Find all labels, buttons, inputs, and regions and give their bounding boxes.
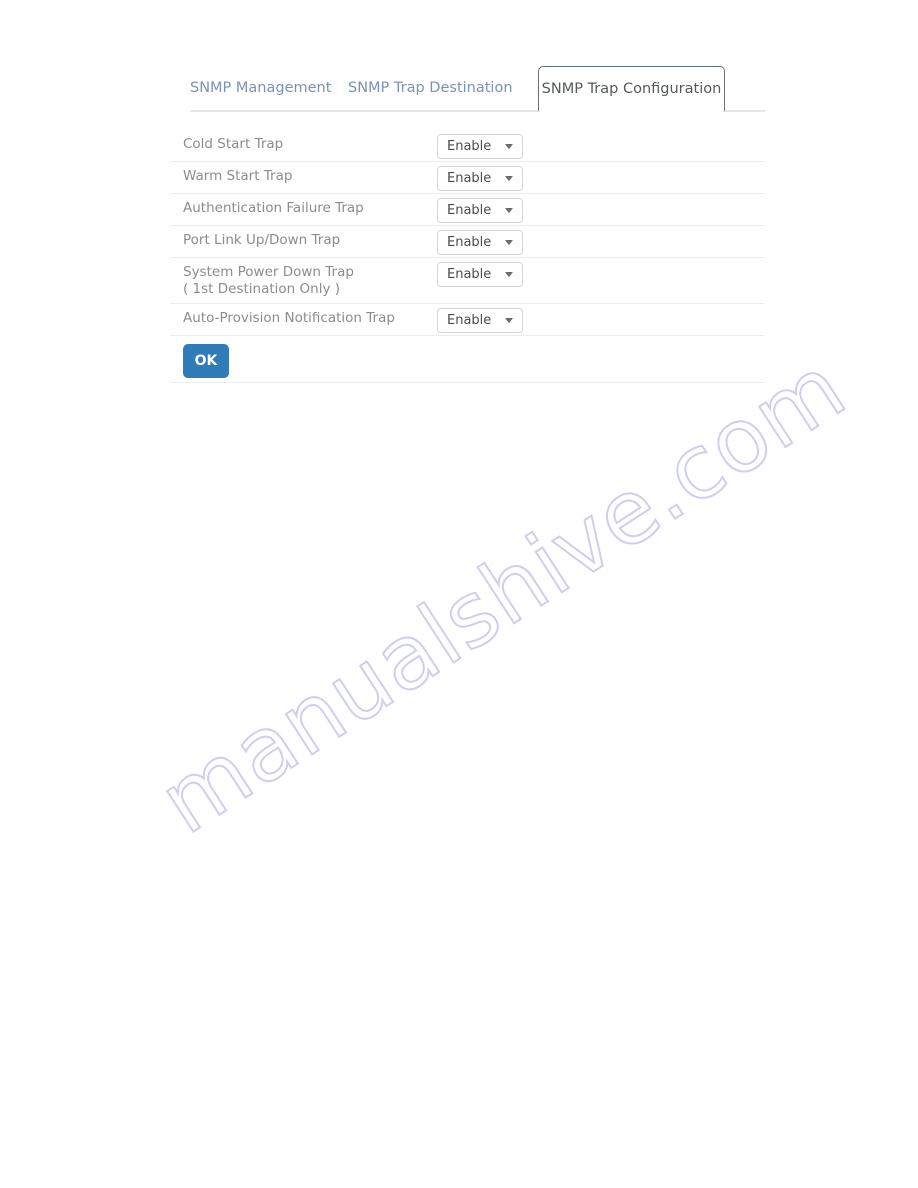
row-label: Warm Start Trap	[183, 168, 293, 184]
select-value: Enable	[447, 313, 492, 328]
select-value: Enable	[447, 267, 492, 282]
chevron-down-icon	[505, 144, 513, 149]
select-warm-start-trap[interactable]: Enable	[437, 166, 523, 191]
select-cold-start-trap[interactable]: Enable	[437, 134, 523, 159]
chevron-down-icon	[505, 208, 513, 213]
form-row-cold-start-trap: Cold Start Trap Enable	[170, 130, 765, 162]
form-row-warm-start-trap: Warm Start Trap Enable	[170, 162, 765, 194]
chevron-down-icon	[505, 318, 513, 323]
chevron-down-icon	[505, 272, 513, 277]
page-root: SNMP Management SNMP Trap Destination SN…	[0, 0, 918, 1188]
form-row-system-power-down-trap: System Power Down Trap ( 1st Destination…	[170, 258, 765, 304]
row-control: Enable	[437, 262, 523, 287]
form-row-auto-provision-notification-trap: Auto-Provision Notification Trap Enable	[170, 304, 765, 336]
row-label: Cold Start Trap	[183, 136, 284, 152]
form-footer: OK	[170, 336, 765, 383]
snmp-trap-configuration-form: Cold Start Trap Enable Warm Start Trap E…	[170, 130, 765, 383]
row-label: Auto-Provision Notification Trap	[183, 310, 395, 326]
row-label: System Power Down Trap ( 1st Destination…	[183, 264, 354, 298]
row-control: Enable	[437, 134, 523, 159]
select-value: Enable	[447, 171, 492, 186]
select-value: Enable	[447, 203, 492, 218]
row-label-main: System Power Down Trap	[183, 264, 354, 280]
select-value: Enable	[447, 235, 492, 250]
row-label: Authentication Failure Trap	[183, 200, 364, 216]
select-value: Enable	[447, 139, 492, 154]
select-port-link-up-down-trap[interactable]: Enable	[437, 230, 523, 255]
form-row-authentication-failure-trap: Authentication Failure Trap Enable	[170, 194, 765, 226]
form-row-port-link-up-down-trap: Port Link Up/Down Trap Enable	[170, 226, 765, 258]
chevron-down-icon	[505, 176, 513, 181]
ok-button[interactable]: OK	[183, 344, 229, 378]
tab-strip: SNMP Management SNMP Trap Destination SN…	[190, 66, 765, 112]
tab-snmp-trap-destination[interactable]: SNMP Trap Destination	[348, 66, 513, 112]
row-label: Port Link Up/Down Trap	[183, 232, 341, 248]
select-authentication-failure-trap[interactable]: Enable	[437, 198, 523, 223]
row-label-sub: ( 1st Destination Only )	[183, 281, 341, 297]
select-auto-provision-notification-trap[interactable]: Enable	[437, 308, 523, 333]
chevron-down-icon	[505, 240, 513, 245]
row-control: Enable	[437, 230, 523, 255]
row-control: Enable	[437, 198, 523, 223]
row-control: Enable	[437, 166, 523, 191]
tab-snmp-management[interactable]: SNMP Management	[190, 66, 331, 112]
select-system-power-down-trap[interactable]: Enable	[437, 262, 523, 287]
tab-snmp-trap-configuration[interactable]: SNMP Trap Configuration	[538, 66, 725, 112]
row-control: Enable	[437, 308, 523, 333]
